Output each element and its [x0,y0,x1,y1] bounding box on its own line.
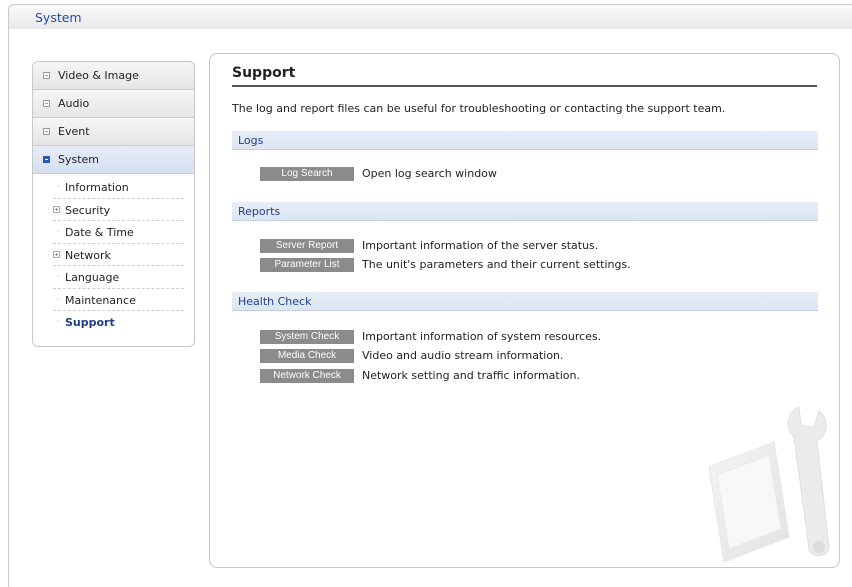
page-section-title: System [35,10,82,25]
system-submenu: · Information Security · Date & Time Net… [33,174,194,334]
expand-square-icon [43,100,50,107]
sidebar-item-network[interactable]: Network [53,244,184,266]
intro-text: The log and report files can be useful f… [232,102,726,115]
sidebar-category-label: Event [58,125,90,138]
sidebar-item-label: Language [65,271,120,284]
sidebar-category-label: Audio [58,97,90,110]
media-check-description: Video and audio stream information. [362,349,564,362]
server-report-description: Important information of the server stat… [362,239,599,252]
top-header: System [8,4,852,30]
panel-title: Support [232,65,817,87]
section-title: Logs [238,134,264,147]
sidebar-item-label: Date & Time [65,226,134,239]
sidebar-item-security[interactable]: Security [53,199,184,221]
section-header-health-check: Health Check [232,292,818,311]
plus-box-icon[interactable] [53,250,60,258]
expand-square-icon [43,72,50,79]
system-check-description: Important information of system resource… [362,330,602,343]
sidebar-category-label: System [58,153,100,166]
sidebar-item-label: Security [65,203,111,217]
sidebar-item-date-time[interactable]: · Date & Time [53,221,184,244]
network-check-button[interactable]: Network Check [260,369,354,383]
sidebar-menu: Video & Image Audio Event System · Infor… [32,61,195,347]
parameter-list-description: The unit's parameters and their current … [362,258,631,271]
parameter-list-button[interactable]: Parameter List [260,258,354,272]
system-check-button[interactable]: System Check [260,330,354,344]
sidebar-item-information[interactable]: · Information [53,176,184,199]
sidebar-category-audio[interactable]: Audio [33,90,194,118]
log-search-button[interactable]: Log Search [260,167,354,181]
server-report-button[interactable]: Server Report [260,239,354,253]
log-search-description: Open log search window [362,167,497,180]
dot-icon: · [56,227,60,237]
section-title: Health Check [238,295,312,308]
sidebar-item-label: Maintenance [65,293,136,307]
network-check-description: Network setting and traffic information. [362,369,580,382]
sidebar-item-maintenance[interactable]: · Maintenance [53,289,184,311]
section-title: Reports [238,205,281,218]
sidebar-item-support[interactable]: · Support [53,311,184,334]
sidebar-category-event[interactable]: Event [33,118,194,146]
dot-icon: · [56,294,60,305]
dot-icon: · [56,182,60,192]
sidebar-item-language[interactable]: · Language [53,266,184,289]
collapse-square-icon [43,156,50,163]
dot-icon: · [56,272,60,282]
sidebar-category-system[interactable]: System [33,146,194,174]
support-panel: Support The log and report files can be … [209,53,840,568]
expand-square-icon [43,128,50,135]
dot-icon: · [56,317,60,327]
sidebar-category-video-image[interactable]: Video & Image [33,62,194,90]
plus-box-icon[interactable] [53,205,60,213]
sidebar-item-label: Network [65,248,111,262]
sidebar-category-label: Video & Image [58,69,139,82]
sidebar-item-label: Support [65,316,115,329]
section-header-reports: Reports [232,202,818,221]
tools-watermark-icon [708,406,830,563]
sidebar-item-label: Information [65,181,129,194]
section-header-logs: Logs [232,131,818,150]
media-check-button[interactable]: Media Check [260,349,354,363]
